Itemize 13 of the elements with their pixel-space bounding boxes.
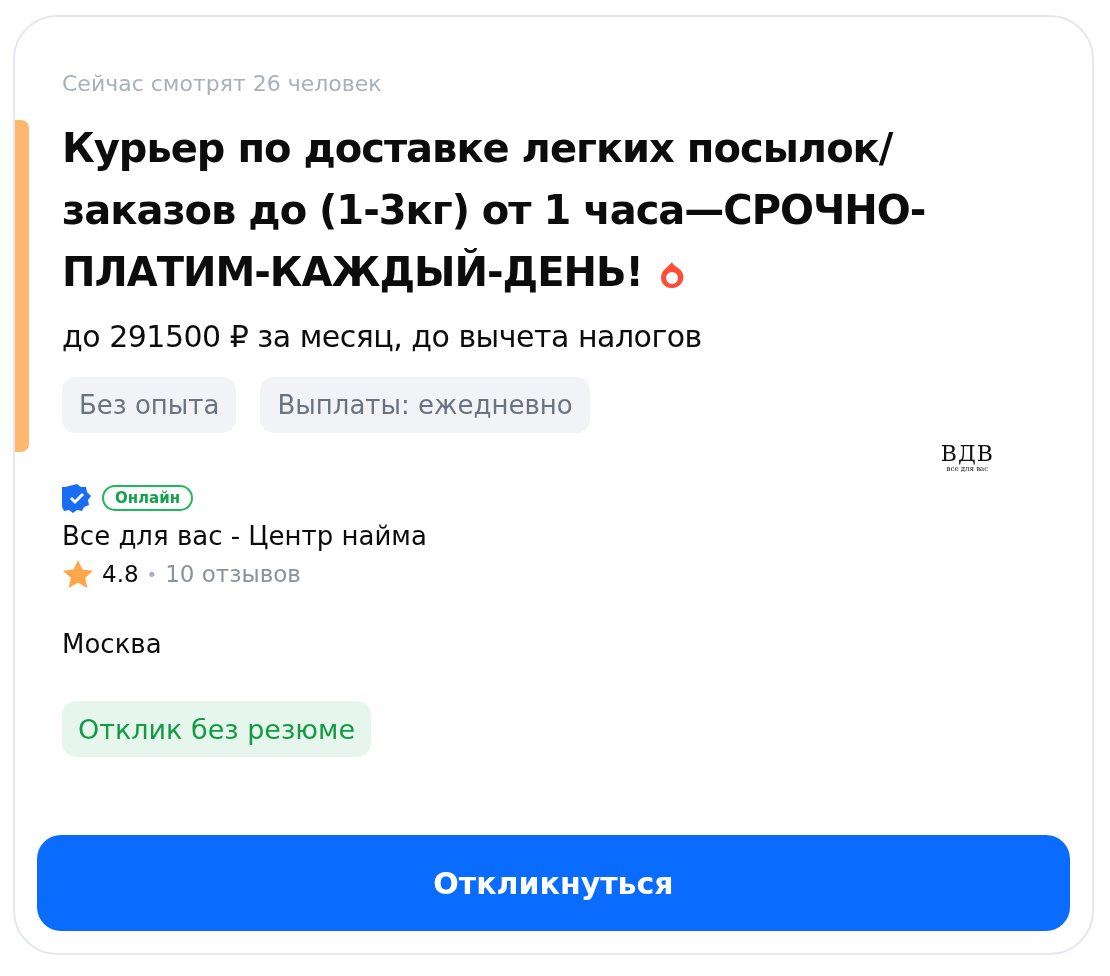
star-icon: [62, 559, 94, 589]
tag: Без опыта: [62, 377, 237, 433]
employer-name[interactable]: Все для вас - Центр найма: [62, 521, 427, 551]
rating-value: 4.8: [102, 561, 139, 587]
online-status: Онлайн: [102, 485, 194, 511]
vacancy-title[interactable]: Курьер по доставке легких посылок/ заказов до (1-3кг) от 1 часа—СРОЧНО-ПЛАТИМ-КАЖДЫЙ-ДЕНЬ!: [62, 117, 962, 303]
no-resume-badge: Отклик без резюме: [62, 701, 371, 757]
tag: Выплаты: ежедневно: [260, 377, 590, 433]
viewers-count: Сейчас смотрят 26 человек: [62, 70, 383, 98]
respond-button[interactable]: Откликнуться: [37, 835, 1070, 931]
separator-dot: •: [146, 563, 158, 585]
city-text: Москва: [62, 629, 163, 659]
salary-text: до 291500 ₽ за месяц, до вычета налогов: [62, 318, 703, 356]
